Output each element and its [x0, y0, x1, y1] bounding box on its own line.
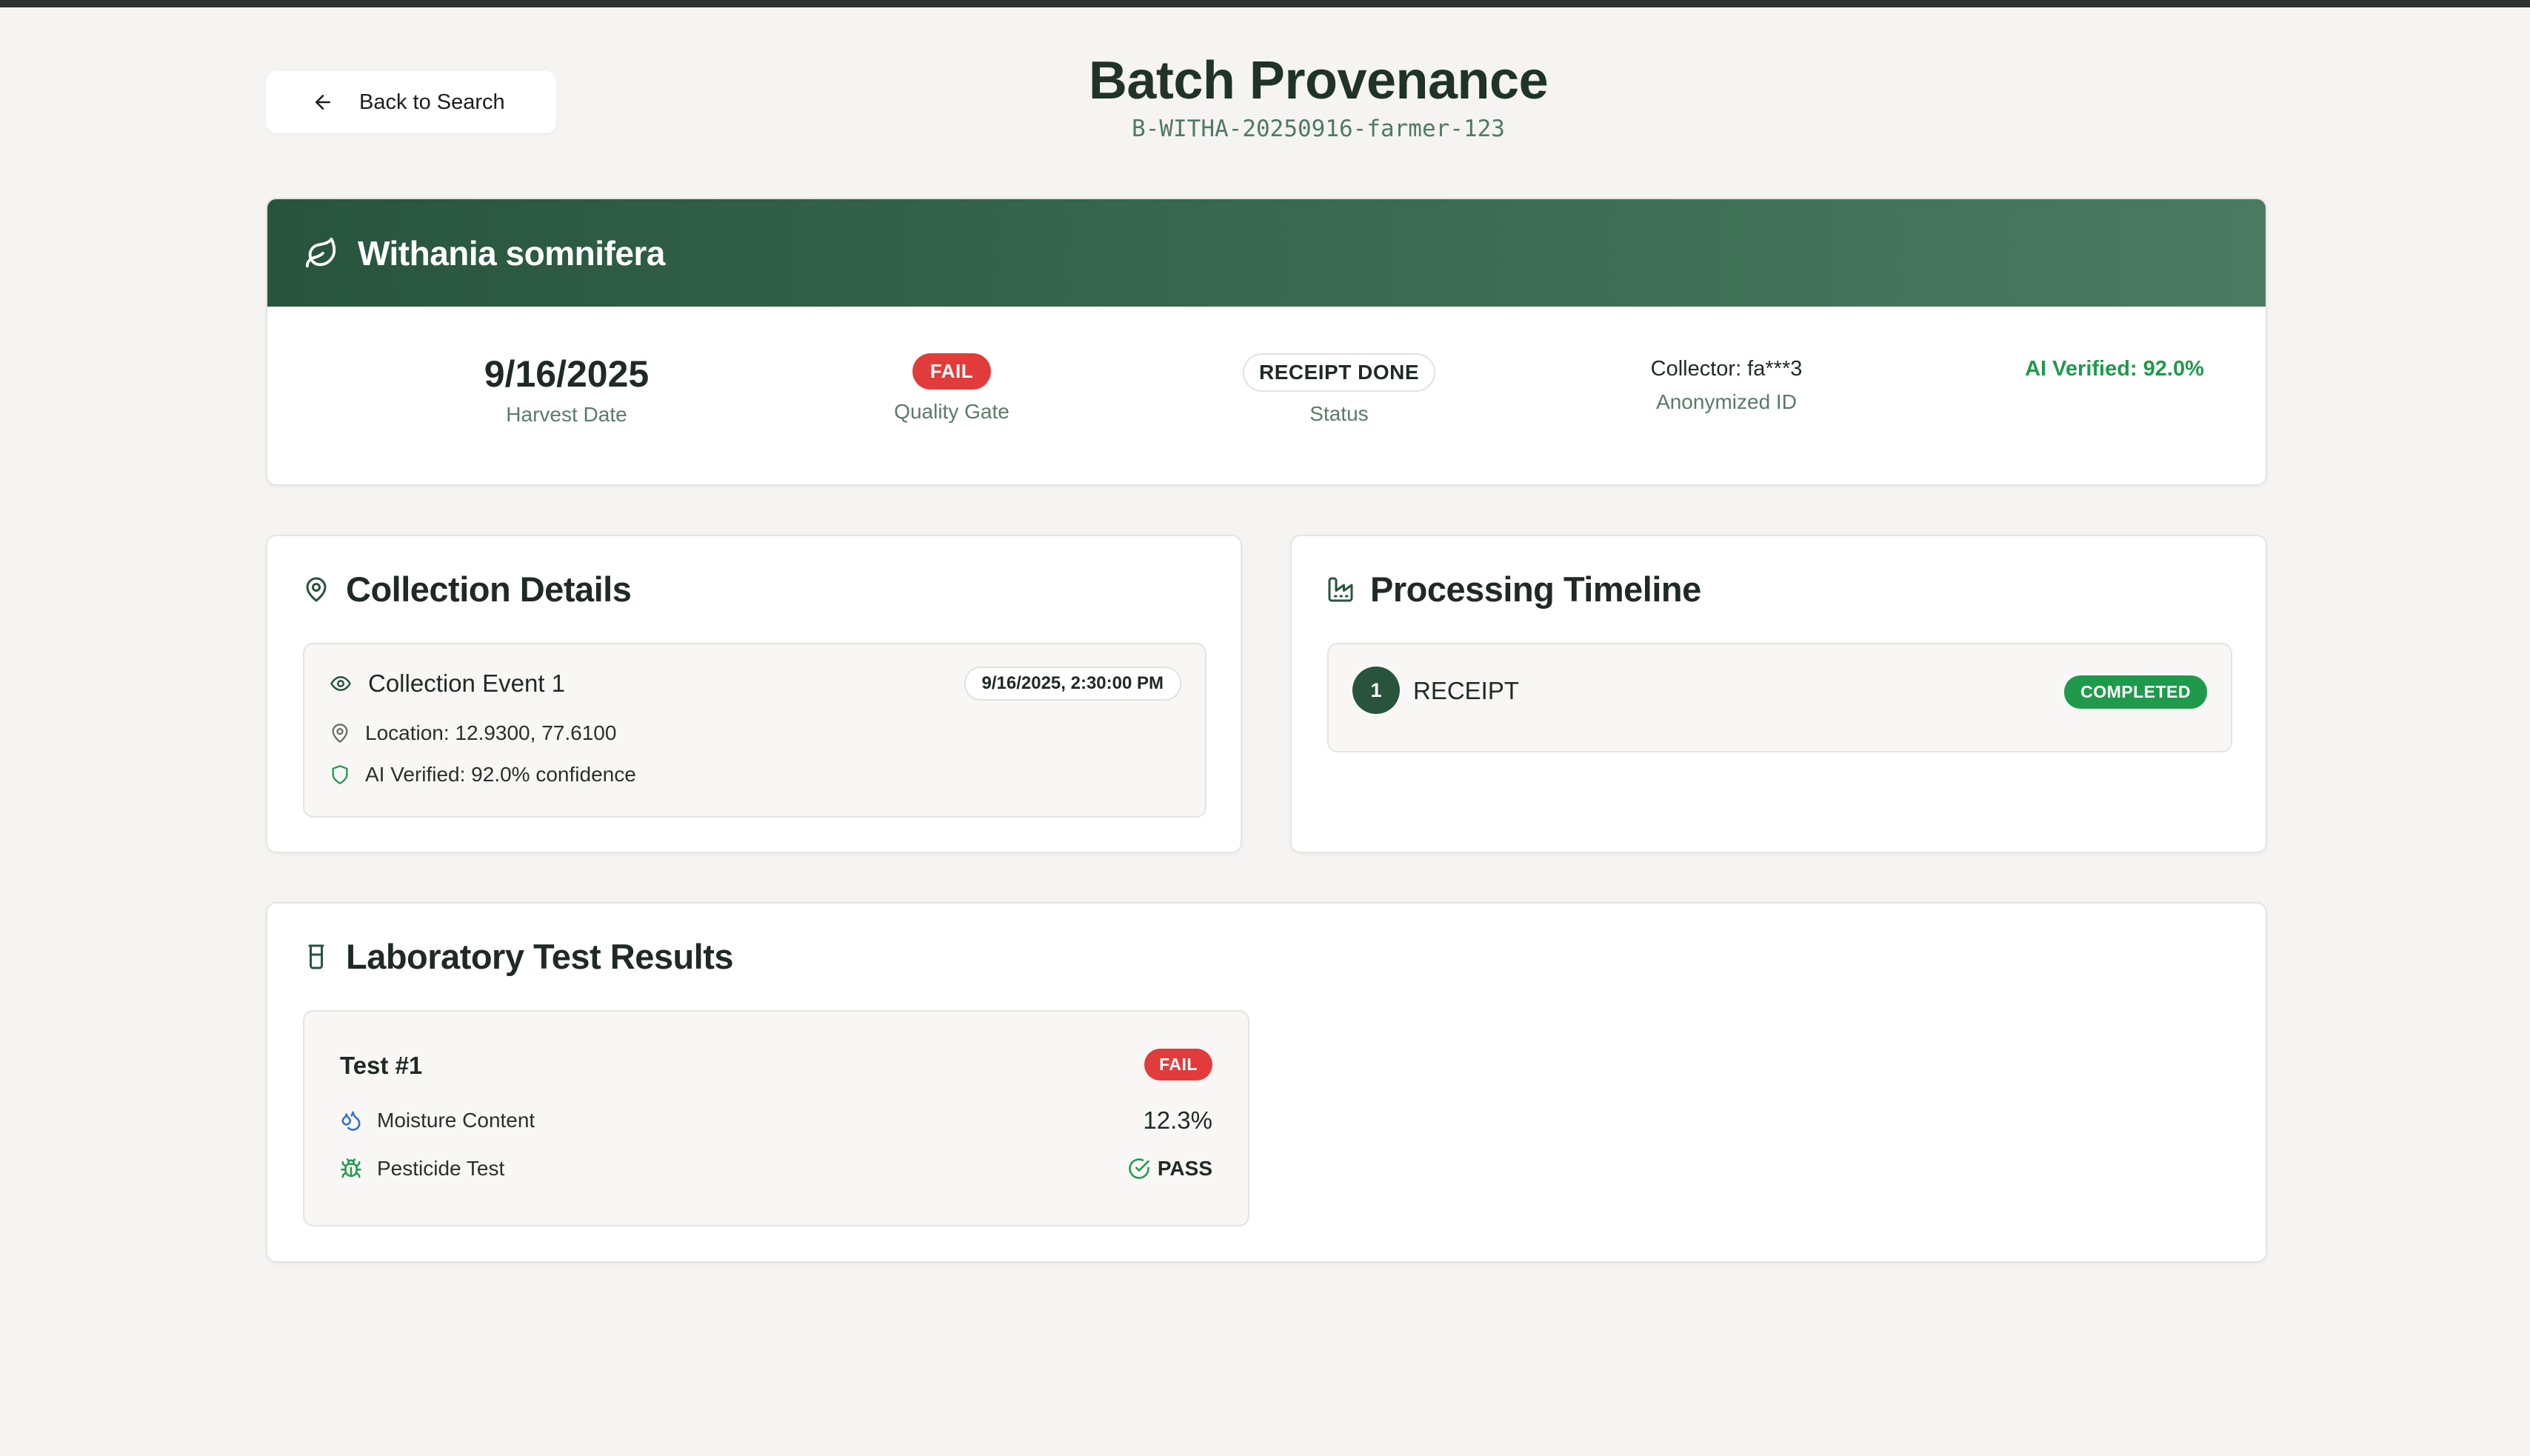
harvest-date-stat: 9/16/2025 Harvest Date [374, 353, 759, 427]
bug-icon [340, 1158, 362, 1180]
species-name: Withania somnifera [358, 233, 665, 273]
collection-ai-verified-text: AI Verified: 92.0% confidence [365, 763, 636, 786]
processing-timeline-heading: Processing Timeline [1327, 569, 1701, 610]
collection-ai-verified: AI Verified: 92.0% confidence [330, 763, 636, 787]
quality-gate-badge: FAIL [912, 353, 992, 390]
moisture-value: 12.3% [1143, 1106, 1212, 1134]
moisture-label: Moisture Content [377, 1109, 535, 1132]
collection-details-heading: Collection Details [303, 569, 632, 610]
back-to-search-button[interactable]: Back to Search [266, 71, 556, 133]
batch-provenance-page: Back to Search Batch Provenance B-WITHA-… [0, 0, 2530, 1456]
batch-summary-card: Withania somnifera 9/16/2025 Harvest Dat… [266, 198, 2267, 486]
step-label: RECEIPT [1413, 677, 1520, 704]
batch-id: B-WITHA-20250916-farmer-123 [1132, 116, 1505, 142]
step-number: 1 [1352, 667, 1400, 714]
pesticide-result: PASS [1128, 1157, 1212, 1181]
collector-value: Collector: fa***3 [1650, 357, 1803, 381]
map-pin-icon [303, 576, 330, 603]
map-pin-icon [330, 723, 350, 744]
moisture-row: Moisture Content 12.3% [340, 1106, 1212, 1135]
collection-event: Collection Event 1 9/16/2025, 2:30:00 PM… [303, 643, 1206, 818]
collection-details-title: Collection Details [346, 570, 632, 609]
lab-results-title: Laboratory Test Results [346, 937, 734, 976]
quality-gate-label: Quality Gate [894, 400, 1009, 423]
collection-details-card: Collection Details Collection Event 1 9/… [266, 535, 1242, 853]
quality-gate-stat: FAIL Quality Gate [759, 353, 1144, 424]
pesticide-row: Pesticide Test PASS [340, 1157, 1212, 1181]
page-title: Batch Provenance [1088, 51, 1549, 110]
factory-icon [1327, 576, 1354, 603]
processing-timeline-title: Processing Timeline [1370, 570, 1701, 609]
arrow-left-icon [312, 91, 334, 113]
beaker-icon [303, 944, 330, 970]
test-result-badge: FAIL [1144, 1049, 1212, 1081]
processing-timeline-card: Processing Timeline 1 RECEIPT COMPLETED [1290, 535, 2267, 853]
collection-event-label: Collection Event 1 [368, 669, 565, 697]
lab-results-heading: Laboratory Test Results [303, 936, 734, 977]
lab-test-item: Test #1 FAIL Moisture Content 12.3% Pest… [303, 1010, 1249, 1226]
collection-event-time: 9/16/2025, 2:30:00 PM [964, 667, 1181, 701]
harvest-date-value: 9/16/2025 [484, 353, 650, 395]
status-label: Status [1309, 402, 1369, 425]
lab-results-card: Laboratory Test Results Test #1 FAIL Moi… [266, 902, 2267, 1263]
back-button-label: Back to Search [359, 90, 505, 114]
species-header: Withania somnifera [267, 199, 2266, 307]
step-status-badge: COMPLETED [2064, 675, 2207, 709]
pesticide-value: PASS [1157, 1157, 1212, 1180]
check-circle-icon [1128, 1158, 1150, 1180]
shield-icon [330, 764, 350, 785]
eye-icon [330, 672, 352, 695]
collection-event-title: Collection Event 1 [330, 669, 565, 698]
ai-verified-stat: AI Verified: 92.0% [1922, 357, 2266, 381]
collector-label: Anonymized ID [1656, 390, 1797, 413]
collector-stat: Collector: fa***3 Anonymized ID [1534, 357, 1919, 414]
status-stat: RECEIPT DONE Status [1146, 353, 1532, 426]
collection-location: Location: 12.9300, 77.6100 [330, 721, 616, 745]
leaf-icon [304, 236, 338, 270]
test-title: Test #1 [340, 1052, 423, 1079]
droplets-icon [340, 1109, 362, 1132]
ai-verified-value: AI Verified: 92.0% [2025, 357, 2204, 381]
collection-location-text: Location: 12.9300, 77.6100 [365, 721, 617, 744]
harvest-date-label: Harvest Date [506, 403, 627, 426]
pesticide-label: Pesticide Test [377, 1157, 505, 1180]
status-badge: RECEIPT DONE [1242, 353, 1436, 392]
timeline-step: 1 RECEIPT COMPLETED [1327, 643, 2232, 752]
